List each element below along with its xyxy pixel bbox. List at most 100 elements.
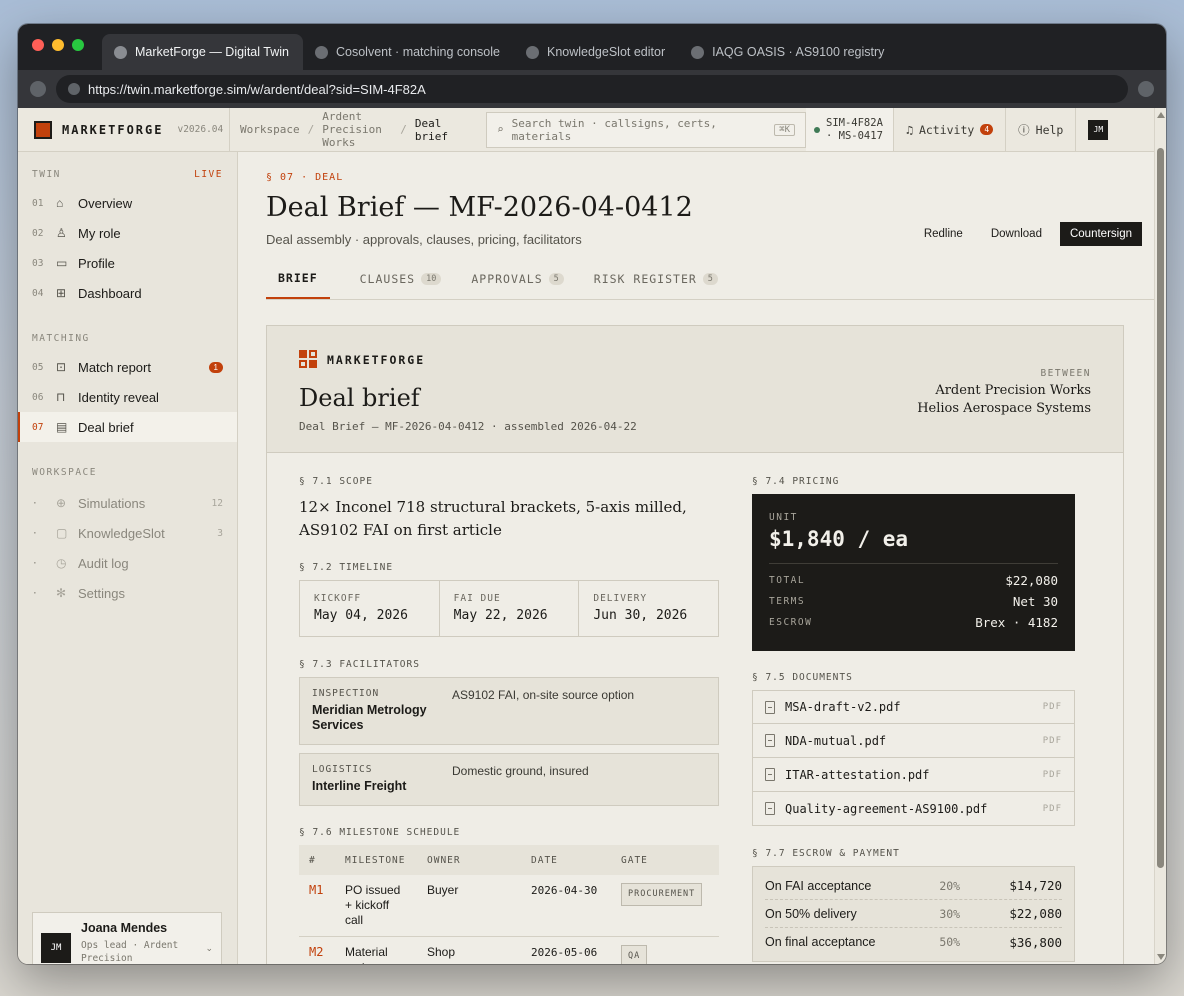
brief-brand: MARKETFORGE [327, 353, 426, 367]
avatar: JM [41, 933, 71, 963]
escrow-pct: 30% [939, 906, 961, 921]
document-item[interactable]: ITAR-attestation.pdf PDF [752, 758, 1075, 792]
milestone-date: 2026-05-06 [521, 936, 611, 964]
sidebar-item-deal-brief[interactable]: 07 ▤ Deal brief [18, 412, 237, 442]
app-header: MARKETFORGE v2026.04 Workspace / Ardent … [18, 108, 1154, 152]
escrow-row: On final acceptance 50% $36,800 [765, 928, 1062, 956]
scrollbar[interactable] [1154, 108, 1166, 964]
sidebar-item-label: Profile [78, 255, 115, 271]
tab-label: APPROVALS [471, 271, 543, 286]
browser-tab-title: KnowledgeSlot editor [546, 45, 666, 59]
party-b: Helios Aerospace Systems [917, 401, 1091, 416]
sidebar-item-identity-reveal[interactable]: 06 ⊓ Identity reveal [18, 382, 237, 412]
sidebar-item-my-role[interactable]: 02 ♙ My role [18, 218, 237, 248]
sidebar-item-label: Settings [78, 585, 125, 601]
timeline-value: May 04, 2026 [314, 608, 408, 623]
clock-icon: ◷ [56, 556, 67, 570]
activity-button[interactable]: ♫ Activity 4 [894, 108, 1007, 151]
close-window-button[interactable] [32, 39, 44, 51]
document-type: PDF [1042, 735, 1062, 746]
browser-tab[interactable]: MarketForge — Digital Twin [102, 34, 303, 70]
extensions-button[interactable] [1138, 81, 1154, 97]
tab-count: 10 [421, 272, 442, 285]
sidebar-item-overview[interactable]: 01 ⌂ Overview [18, 188, 237, 218]
live-indicator: LIVE [194, 168, 223, 180]
escrow-desc: On FAI acceptance [765, 878, 872, 893]
book-icon: ▢ [56, 526, 68, 540]
sidebar-item-audit-log[interactable]: · ◷ Audit log [18, 548, 237, 578]
column-header: # [299, 845, 335, 875]
column-header: GATE [611, 845, 719, 875]
tab-risk-register[interactable]: RISK REGISTER 5 [594, 258, 718, 299]
parties: BETWEEN Ardent Precision Works Helios Ae… [917, 368, 1091, 416]
page-tabs: BRIEF CLAUSES 10 APPROVALS 5 RISK REGISTER… [266, 258, 1154, 300]
favicon-icon [691, 45, 705, 59]
browser-tab[interactable]: KnowledgeSlot editor [514, 34, 679, 70]
document-item[interactable]: MSA-draft-v2.pdf PDF [752, 690, 1075, 724]
facilitator-inspection[interactable]: INSPECTION Meridian Metrology Services AS… [299, 677, 719, 745]
chevron-down-icon: ⌄ [205, 943, 213, 953]
back-button[interactable] [30, 81, 46, 97]
document-type: PDF [1042, 803, 1062, 814]
sidebar-item-match-report[interactable]: 05 ⊡ Match report 1 [18, 352, 237, 382]
favicon-icon [114, 45, 127, 59]
document-item[interactable]: NDA-mutual.pdf PDF [752, 724, 1075, 758]
pricing-value: Net 30 [1012, 594, 1058, 609]
address-bar[interactable]: https://twin.marketforge.sim/w/ardent/de… [56, 75, 1128, 103]
site-info-icon[interactable] [68, 83, 80, 95]
table-row[interactable]: M1 PO issued + kickoff call Buyer 2026-0… [299, 875, 719, 937]
timeline-fai-due: FAI DUE May 22, 2026 [440, 581, 580, 636]
countersign-button[interactable]: Countersign [1059, 222, 1142, 246]
search-input[interactable]: ⌕ Search twin · callsigns, certs, materi… [486, 111, 806, 148]
tab-brief[interactable]: BRIEF [266, 258, 330, 299]
simulation-chip[interactable]: SIM-4F82A · MS-0417 [806, 108, 894, 151]
download-button[interactable]: Download [981, 222, 1052, 246]
sidebar-item-label: Deal brief [78, 419, 134, 435]
scroll-up-icon[interactable] [1157, 112, 1165, 118]
tab-clauses[interactable]: CLAUSES 10 [360, 258, 442, 299]
item-number: 03 [32, 257, 44, 269]
pricing-heading: § 7.4 PRICING [752, 476, 840, 487]
document-name: Quality-agreement-AS9100.pdf [785, 801, 988, 816]
user-avatar[interactable]: JM [1088, 119, 1109, 140]
sidebar-item-simulations[interactable]: · ⊕ Simulations 12 [18, 488, 237, 518]
unit-label: UNIT [769, 512, 798, 523]
brand[interactable]: MARKETFORGE v2026.04 [18, 108, 230, 151]
table-row[interactable]: M2 Material cert Shop 2026-05-06 QA [299, 936, 719, 964]
facilitator-logistics[interactable]: LOGISTICS Interline Freight Domestic grou… [299, 753, 719, 806]
facilitator-name: Meridian Metrology Services [312, 703, 427, 732]
facilitator-name: Interline Freight [312, 779, 407, 793]
scrollbar-thumb[interactable] [1157, 148, 1164, 868]
deal-brief-card: MARKETFORGE Deal brief Deal Brief — MF-2… [266, 325, 1124, 964]
tab-approvals[interactable]: APPROVALS 5 [471, 258, 564, 299]
breadcrumb-org[interactable]: Ardent Precision Works [322, 110, 392, 149]
maximize-window-button[interactable] [72, 39, 84, 51]
minimize-window-button[interactable] [52, 39, 64, 51]
sidebar-item-dashboard[interactable]: 04 ⊞ Dashboard [18, 278, 237, 308]
facilitator-role: LOGISTICS [312, 764, 373, 775]
sidebar-item-profile[interactable]: 03 ▭ Profile [18, 248, 237, 278]
brief-meta: Deal Brief — MF-2026-04-0412 · assembled… [299, 420, 637, 433]
facilitator-role: INSPECTION [312, 688, 380, 699]
milestone-owner: Shop [417, 936, 521, 964]
brand-name: MARKETFORGE [62, 122, 164, 137]
browser-tab[interactable]: Cosolvent · matching console [303, 34, 514, 70]
browser-tab-bar: MarketForge — Digital Twin Cosolvent · m… [18, 24, 1166, 70]
redline-button[interactable]: Redline [914, 222, 973, 246]
sidebar-item-knowledgeslot[interactable]: · ▢ KnowledgeSlot 3 [18, 518, 237, 548]
sidebar-item-settings[interactable]: · ✻ Settings [18, 578, 237, 608]
grid-icon: ⊞ [56, 286, 67, 300]
document-item[interactable]: Quality-agreement-AS9100.pdf PDF [752, 792, 1075, 826]
sidebar-item-label: My role [78, 225, 121, 241]
help-button[interactable]: ⓘ Help [1006, 108, 1077, 151]
breadcrumb-workspace[interactable]: Workspace [240, 123, 300, 136]
user-menu[interactable]: JM Joana Mendes Ops lead · Ardent Precis… [32, 912, 222, 964]
item-number: · [32, 587, 38, 599]
timeline-kickoff: KICKOFF May 04, 2026 [300, 581, 440, 636]
browser-tab[interactable]: IAQG OASIS · AS9100 registry [679, 34, 898, 70]
timeline-delivery: DELIVERY Jun 30, 2026 [579, 581, 718, 636]
search-icon: ⌕ [497, 123, 504, 136]
search-placeholder: Search twin · callsigns, certs, material… [511, 116, 717, 143]
scroll-down-icon[interactable] [1157, 954, 1165, 960]
id-card-icon: ▭ [56, 256, 68, 270]
